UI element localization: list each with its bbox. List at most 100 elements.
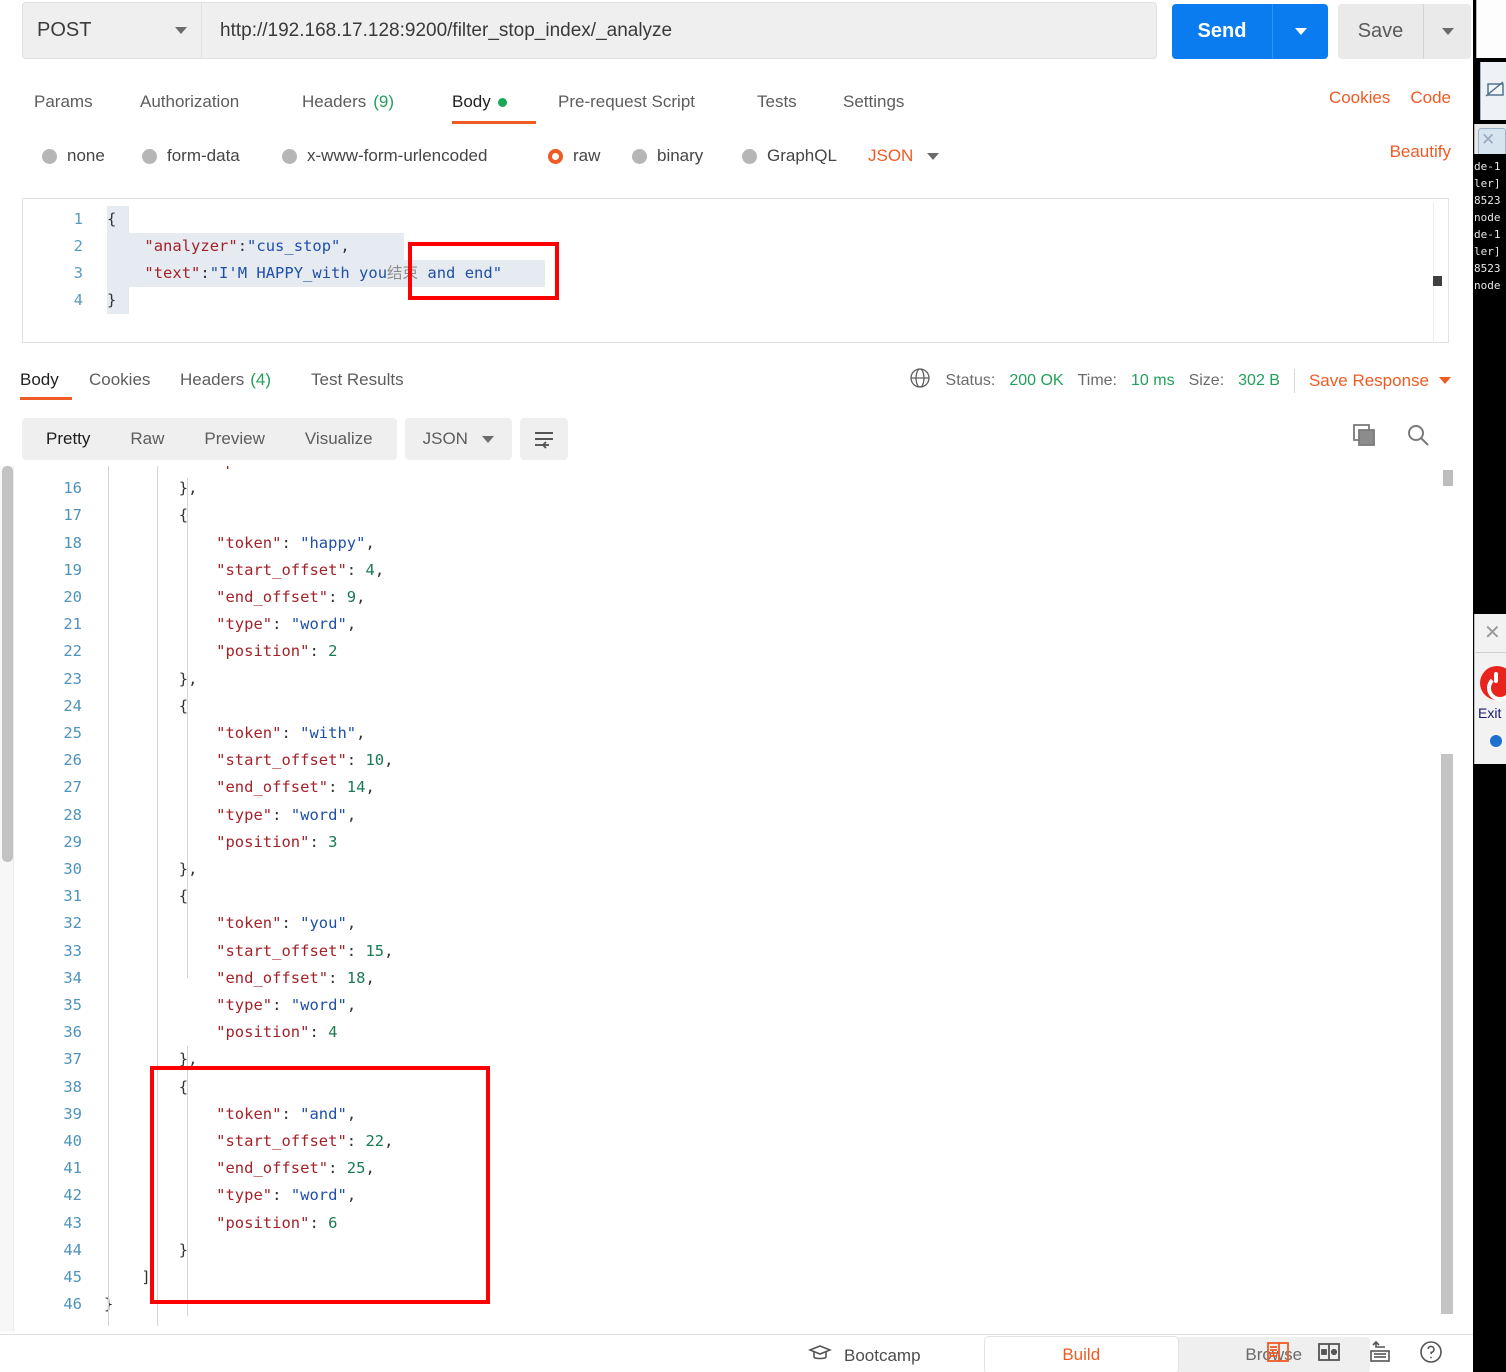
response-tab-cookies[interactable]: Cookies bbox=[89, 360, 150, 400]
code-line: { bbox=[107, 210, 117, 228]
chevron-down-icon bbox=[481, 435, 494, 443]
terminal-line: node bbox=[1474, 279, 1501, 292]
tab-label: Pre-request Script bbox=[558, 92, 695, 111]
body-type-urlencoded[interactable]: x-www-form-urlencoded bbox=[282, 134, 487, 178]
chevron-down-icon bbox=[1441, 28, 1454, 35]
option-label: raw bbox=[573, 146, 601, 165]
chevron-down-icon bbox=[175, 27, 187, 34]
background-window-icon bbox=[1480, 62, 1506, 120]
save-options-button[interactable] bbox=[1423, 4, 1471, 59]
tab-label: Cookies bbox=[89, 370, 151, 389]
cookies-link[interactable]: Cookies bbox=[1329, 88, 1390, 108]
option-label: binary bbox=[657, 146, 704, 165]
save-response-label: Save Response bbox=[1308, 370, 1429, 390]
body-type-graphql[interactable]: GraphQL bbox=[742, 134, 837, 178]
tab-label: Headers bbox=[302, 92, 367, 111]
chevron-down-icon bbox=[1439, 377, 1451, 384]
tab-label: Body bbox=[20, 370, 59, 389]
help-icon[interactable] bbox=[1418, 1339, 1444, 1370]
radio-icon bbox=[548, 148, 563, 164]
view-mode-raw[interactable]: Raw bbox=[110, 418, 184, 460]
send-button[interactable]: Send bbox=[1172, 4, 1272, 59]
body-type-binary[interactable]: binary bbox=[632, 134, 703, 178]
line-number: 1 bbox=[73, 210, 83, 228]
code-line: "position": 4 bbox=[216, 1023, 338, 1042]
option-label: GraphQL bbox=[767, 146, 837, 165]
tab-tests[interactable]: Tests bbox=[757, 80, 797, 124]
tab-params[interactable]: Params bbox=[34, 80, 93, 124]
code-line: "position": 3 bbox=[216, 832, 338, 851]
send-options-button[interactable] bbox=[1272, 4, 1328, 59]
body-type-none[interactable]: none bbox=[42, 134, 105, 178]
code-line: "position": 1 bbox=[104, 466, 337, 475]
request-editor-scrollbar-track[interactable] bbox=[1433, 202, 1442, 341]
request-body-editor[interactable]: 1{2 "analyzer":"cus_stop", 3 "text":"I'M … bbox=[22, 198, 1449, 343]
globe-icon bbox=[908, 366, 932, 395]
tab-settings[interactable]: Settings bbox=[843, 80, 904, 124]
save-response-button[interactable]: Save Response bbox=[1309, 371, 1451, 391]
view-mode-visualize[interactable]: Visualize bbox=[285, 418, 393, 460]
code-line: "token": "with", bbox=[216, 724, 366, 742]
radio-icon bbox=[42, 148, 57, 164]
terminal-line: node bbox=[1474, 211, 1501, 224]
search-icon[interactable] bbox=[1405, 422, 1431, 453]
left-scrollbar-thumb[interactable] bbox=[2, 466, 13, 862]
response-scrollbar-thumb[interactable] bbox=[1441, 754, 1453, 1314]
save-button[interactable]: Save bbox=[1338, 4, 1423, 59]
two-pane-view-icon[interactable] bbox=[1265, 1339, 1291, 1370]
code-line: "type": "word", bbox=[216, 615, 357, 634]
graduation-cap-icon bbox=[807, 1344, 833, 1367]
body-type-form-data[interactable]: form-data bbox=[142, 134, 240, 178]
code-line: { bbox=[178, 887, 189, 906]
view-mode-pretty[interactable]: Pretty bbox=[26, 418, 110, 460]
http-method-selector[interactable]: POST bbox=[22, 2, 202, 59]
request-header-links: Cookies Code bbox=[1329, 88, 1451, 108]
tab-pre-request-script[interactable]: Pre-request Script bbox=[558, 80, 695, 124]
close-icon[interactable]: ✕ bbox=[1484, 620, 1501, 645]
response-tab-test-results[interactable]: Test Results bbox=[311, 360, 404, 400]
app-root: ✕ de-1 ler] 8523 node de-1 ler] 8523 node ✕ Exi… bbox=[0, 0, 1506, 1372]
bootcamp-label: Bootcamp bbox=[844, 1345, 921, 1365]
response-language-label: JSON bbox=[422, 429, 468, 448]
request-tab-strip: Params Authorization Headers (9) Body Pr… bbox=[0, 80, 1473, 124]
code-fold-guide bbox=[187, 478, 188, 978]
tab-headers[interactable]: Headers (9) bbox=[302, 80, 394, 124]
radio-icon bbox=[742, 148, 757, 164]
body-type-raw[interactable]: raw bbox=[548, 134, 600, 178]
background-tab[interactable]: ✕ bbox=[1478, 128, 1506, 154]
code-line: "token": "you", bbox=[216, 914, 357, 933]
tab-label: Body bbox=[452, 92, 491, 111]
response-tab-headers[interactable]: Headers (4) bbox=[180, 360, 271, 400]
request-editor-scrollbar-thumb[interactable] bbox=[1433, 276, 1442, 286]
tab-body[interactable]: Body bbox=[452, 80, 536, 124]
bootcamp-button[interactable]: Bootcamp bbox=[807, 1344, 921, 1367]
annotation-box-response bbox=[150, 1066, 490, 1304]
code-line: "start_offset": 4, bbox=[216, 560, 385, 579]
code-line: "start_offset": 10, bbox=[216, 751, 394, 770]
option-label: form-data bbox=[167, 146, 240, 165]
terminal-line: 8523 bbox=[1474, 262, 1501, 275]
wrap-lines-button[interactable] bbox=[519, 418, 568, 460]
code-line: }, bbox=[178, 479, 198, 498]
tab-authorization[interactable]: Authorization bbox=[140, 80, 239, 124]
response-language-selector[interactable]: JSON bbox=[404, 418, 512, 460]
keyboard-shortcuts-icon[interactable] bbox=[1367, 1339, 1393, 1370]
terminal-line: ler] bbox=[1474, 177, 1501, 190]
url-input[interactable]: http://192.168.17.128:9200/filter_stop_i… bbox=[202, 2, 1157, 59]
response-tab-body[interactable]: Body bbox=[20, 360, 72, 400]
line-number: 2 bbox=[73, 237, 83, 255]
power-icon[interactable] bbox=[1480, 666, 1506, 701]
code-line: } bbox=[107, 291, 117, 309]
terminal-output: de-1 ler] 8523 node de-1 ler] 8523 node bbox=[1474, 154, 1506, 614]
split-view-icon[interactable] bbox=[1316, 1339, 1342, 1370]
build-segment[interactable]: Build bbox=[985, 1337, 1178, 1372]
tab-label: Params bbox=[34, 92, 93, 111]
view-mode-preview[interactable]: Preview bbox=[184, 418, 284, 460]
copy-icon[interactable] bbox=[1351, 422, 1377, 453]
option-label: x-www-form-urlencoded bbox=[307, 146, 488, 165]
code-link[interactable]: Code bbox=[1410, 88, 1451, 108]
active-tab-underline bbox=[20, 397, 72, 400]
response-scrollbar-marker bbox=[1443, 470, 1453, 486]
beautify-button[interactable]: Beautify bbox=[1390, 142, 1451, 162]
body-format-selector[interactable]: JSON bbox=[868, 134, 940, 178]
